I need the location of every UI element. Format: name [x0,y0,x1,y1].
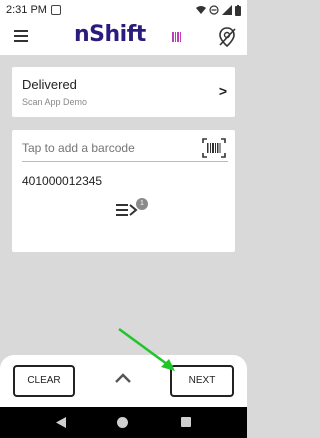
recent-apps-icon[interactable] [181,417,191,427]
status-title: Delivered [22,77,77,92]
dnd-icon [209,5,219,15]
barcode-card: 401000012345 1 [12,130,235,252]
signal-icon [222,5,232,15]
location-off-icon[interactable] [217,26,237,48]
barcode-input[interactable] [22,140,192,156]
home-icon[interactable] [117,417,128,428]
scanned-list-button[interactable]: 1 [116,198,148,223]
menu-icon[interactable] [14,30,28,42]
next-button[interactable]: NEXT [170,365,234,397]
main-content: Delivered Scan App Demo > 401000012345 1 [0,55,247,355]
status-left: 2:31 PM [6,4,61,16]
status-subtitle: Scan App Demo [22,97,88,107]
delivery-status-card[interactable]: Delivered Scan App Demo > [12,67,235,117]
logo-bars [172,32,181,42]
notification-icon [50,5,61,15]
chevron-right-icon: > [218,83,227,99]
input-underline [22,161,228,162]
status-right [196,4,241,16]
battery-icon [235,4,241,16]
app-logo: nShift [74,22,146,47]
barcode-scan-icon[interactable] [202,138,226,158]
system-nav-bar [0,407,247,438]
list-send-icon [116,204,138,216]
pointer-arrow-icon [118,327,175,371]
back-icon[interactable] [56,417,66,428]
scanned-barcode-value: 401000012345 [22,174,103,188]
status-time: 2:31 PM [6,4,47,16]
app-header: nShift [0,20,247,55]
status-bar: 2:31 PM [0,0,247,20]
wifi-icon [196,5,206,14]
item-count-badge: 1 [136,198,148,210]
clear-button[interactable]: CLEAR [13,365,75,397]
